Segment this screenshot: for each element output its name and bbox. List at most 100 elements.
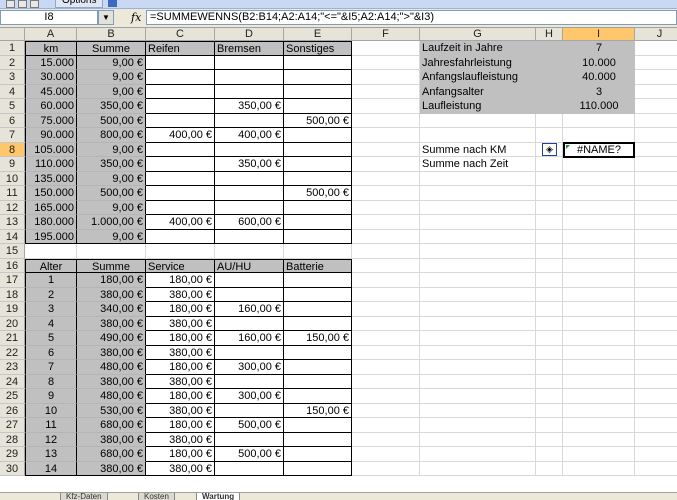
insert-function-icon[interactable]: fx <box>131 11 141 24</box>
table1-cell[interactable]: 800,00 € <box>77 128 146 143</box>
cell[interactable] <box>420 229 536 244</box>
cell[interactable] <box>635 70 677 85</box>
cell[interactable] <box>536 302 563 317</box>
cell[interactable] <box>352 403 420 418</box>
cell[interactable] <box>635 302 677 317</box>
table1-cell[interactable]: 1.000,00 € <box>77 215 146 230</box>
cell[interactable] <box>635 346 677 360</box>
table1-cell[interactable]: 165.000 <box>25 200 77 215</box>
table2-cell[interactable]: 13 <box>25 447 77 462</box>
table1-cell[interactable]: 9,00 € <box>77 55 146 70</box>
table1-cell[interactable] <box>215 55 284 70</box>
cell[interactable] <box>563 244 635 259</box>
cell[interactable] <box>352 128 420 143</box>
cell[interactable] <box>352 273 420 288</box>
table1-cell[interactable] <box>215 229 284 244</box>
cell[interactable] <box>420 273 536 288</box>
table2-cell[interactable] <box>284 316 352 331</box>
table2-cell[interactable] <box>215 461 284 476</box>
cell[interactable] <box>563 128 635 143</box>
cell[interactable] <box>352 331 420 346</box>
cell[interactable] <box>635 114 677 128</box>
row-header-6[interactable]: 6 <box>0 113 25 128</box>
error-trace-icon[interactable]: ◈ <box>542 143 557 156</box>
row-header-25[interactable]: 25 <box>0 389 25 404</box>
table1-cell[interactable] <box>146 99 215 114</box>
cell[interactable] <box>420 186 536 201</box>
cell[interactable] <box>352 99 420 114</box>
table1-cell[interactable]: 15.000 <box>25 55 77 70</box>
row-header-22[interactable]: 22 <box>0 345 25 360</box>
cell[interactable] <box>536 258 563 273</box>
cell[interactable] <box>352 447 420 462</box>
table2-cell[interactable]: 180,00 € <box>146 302 215 317</box>
table2-cell[interactable] <box>215 374 284 389</box>
table1-cell[interactable] <box>146 171 215 186</box>
cell[interactable] <box>420 244 536 259</box>
cell[interactable] <box>352 55 420 70</box>
cell[interactable] <box>215 244 284 259</box>
table2-cell[interactable] <box>284 418 352 433</box>
cell[interactable] <box>420 374 536 389</box>
cell[interactable] <box>420 360 536 375</box>
selected-cell-result[interactable]: #NAME? <box>563 141 635 158</box>
table2-cell[interactable]: 300,00 € <box>215 389 284 404</box>
cell[interactable] <box>536 113 563 128</box>
table2-cell[interactable] <box>215 345 284 360</box>
table1-cell[interactable]: 9,00 € <box>77 84 146 99</box>
cell[interactable] <box>420 432 536 447</box>
table2-cell[interactable]: 1 <box>25 273 77 288</box>
table1-cell[interactable] <box>146 142 215 157</box>
cell[interactable] <box>420 258 536 273</box>
column-header-G[interactable]: G <box>420 28 536 41</box>
row-header-9[interactable]: 9 <box>0 157 25 172</box>
cell[interactable] <box>536 374 563 389</box>
cell[interactable] <box>420 128 536 143</box>
table1-cell[interactable] <box>215 113 284 128</box>
param-value[interactable]: 3 <box>563 85 635 100</box>
cell[interactable] <box>352 345 420 360</box>
cell[interactable] <box>420 215 536 230</box>
cell[interactable] <box>635 128 677 143</box>
cell[interactable] <box>536 157 563 172</box>
table2-cell[interactable]: 380,00 € <box>77 287 146 302</box>
cell[interactable] <box>635 404 677 418</box>
table1-cell[interactable]: 500,00 € <box>284 113 352 128</box>
table2-cell[interactable]: 480,00 € <box>77 360 146 375</box>
table2-cell[interactable]: 380,00 € <box>146 403 215 418</box>
cell[interactable] <box>352 186 420 201</box>
cell[interactable] <box>420 447 536 462</box>
table2-cell[interactable]: 300,00 € <box>215 360 284 375</box>
cell[interactable] <box>563 258 635 273</box>
table2-cell[interactable]: 9 <box>25 389 77 404</box>
cell[interactable] <box>352 70 420 85</box>
table1-cell[interactable]: 90.000 <box>25 128 77 143</box>
row-header-15[interactable]: 15 <box>0 244 25 259</box>
table1-cell[interactable]: 9,00 € <box>77 171 146 186</box>
cell[interactable] <box>352 171 420 186</box>
cell[interactable] <box>635 418 677 433</box>
table1-cell[interactable]: 9,00 € <box>77 70 146 85</box>
cell[interactable] <box>635 143 677 157</box>
cell[interactable] <box>563 273 635 288</box>
cell[interactable] <box>536 345 563 360</box>
table2-cell[interactable] <box>215 287 284 302</box>
cell[interactable] <box>536 418 563 433</box>
table2-cell[interactable]: 490,00 € <box>77 331 146 346</box>
row-header-18[interactable]: 18 <box>0 287 25 302</box>
table2-cell[interactable] <box>284 432 352 447</box>
cell[interactable] <box>352 316 420 331</box>
table1-cell[interactable]: 105.000 <box>25 142 77 157</box>
row-header-30[interactable]: 30 <box>0 461 25 476</box>
cell[interactable] <box>563 345 635 360</box>
cell[interactable] <box>352 258 420 273</box>
table2-cell[interactable] <box>284 273 352 288</box>
table1-cell[interactable] <box>215 171 284 186</box>
table2-cell[interactable]: 680,00 € <box>77 447 146 462</box>
cell[interactable] <box>635 360 677 375</box>
param-value[interactable]: 7 <box>563 41 635 56</box>
table2-cell[interactable]: 160,00 € <box>215 302 284 317</box>
table1-cell[interactable]: 110.000 <box>25 157 77 172</box>
table1-cell[interactable]: 30.000 <box>25 70 77 85</box>
formula-input[interactable]: =SUMMEWENNS(B2:B14;A2:A14;"<="&I5;A2:A14… <box>146 10 677 25</box>
